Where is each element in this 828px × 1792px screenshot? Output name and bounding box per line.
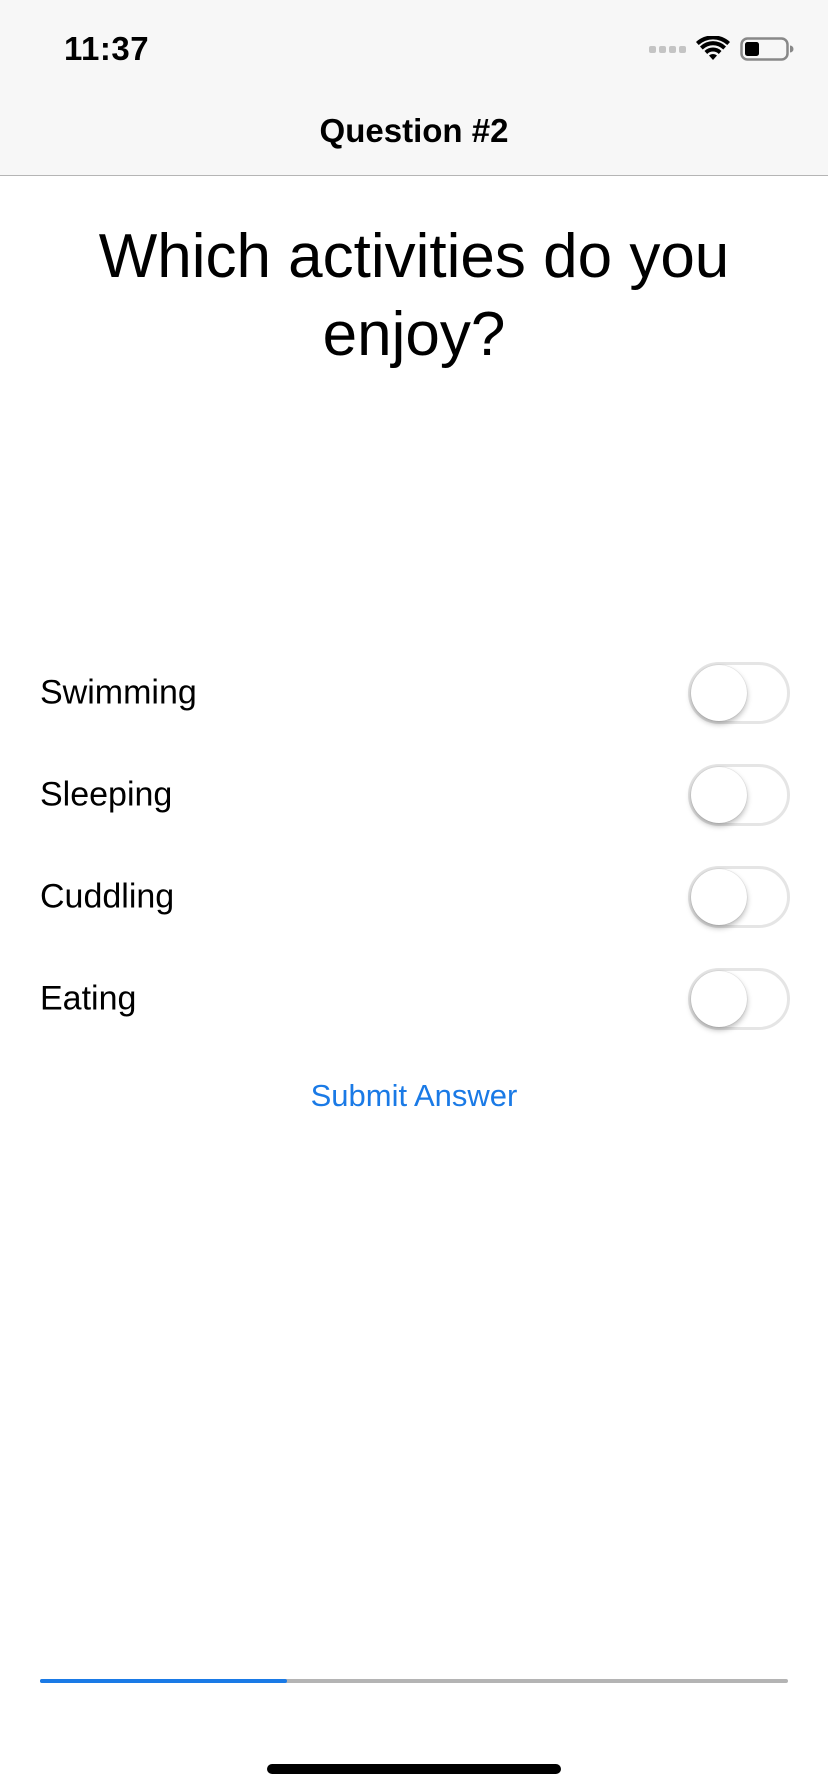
toggle-sleeping[interactable]: [688, 764, 790, 826]
options-list: Swimming Sleeping Cuddling Eating: [0, 642, 828, 1050]
submit-answer-button[interactable]: Submit Answer: [0, 1078, 828, 1114]
toggle-swimming[interactable]: [688, 662, 790, 724]
battery-icon: [740, 37, 794, 61]
toggle-eating[interactable]: [688, 968, 790, 1030]
progress-bar: [40, 1679, 788, 1683]
question-text: Which activities do you enjoy?: [98, 222, 730, 369]
status-icons: [649, 36, 794, 62]
option-label: Swimming: [40, 673, 197, 712]
top-bar: 11:37 Question #2: [0, 0, 828, 176]
toggle-knob: [691, 971, 747, 1027]
option-label: Sleeping: [40, 775, 173, 814]
screen: 11:37 Question #2 Which activities do yo…: [0, 0, 828, 1792]
toggle-cuddling[interactable]: [688, 866, 790, 928]
status-time: 11:37: [64, 30, 150, 67]
toggle-knob: [691, 665, 747, 721]
option-row-cuddling: Cuddling: [0, 846, 828, 948]
toggle-knob: [691, 869, 747, 925]
signal-icon: [649, 45, 686, 53]
option-row-sleeping: Sleeping: [0, 744, 828, 846]
option-label: Eating: [40, 979, 137, 1018]
wifi-icon: [696, 36, 730, 60]
nav-title: Question #2: [319, 112, 509, 149]
option-row-eating: Eating: [0, 948, 828, 1050]
toggle-knob: [691, 767, 747, 823]
home-indicator[interactable]: [267, 1764, 561, 1774]
option-label: Cuddling: [40, 877, 175, 916]
option-row-swimming: Swimming: [0, 642, 828, 744]
progress-fill: [40, 1679, 287, 1683]
